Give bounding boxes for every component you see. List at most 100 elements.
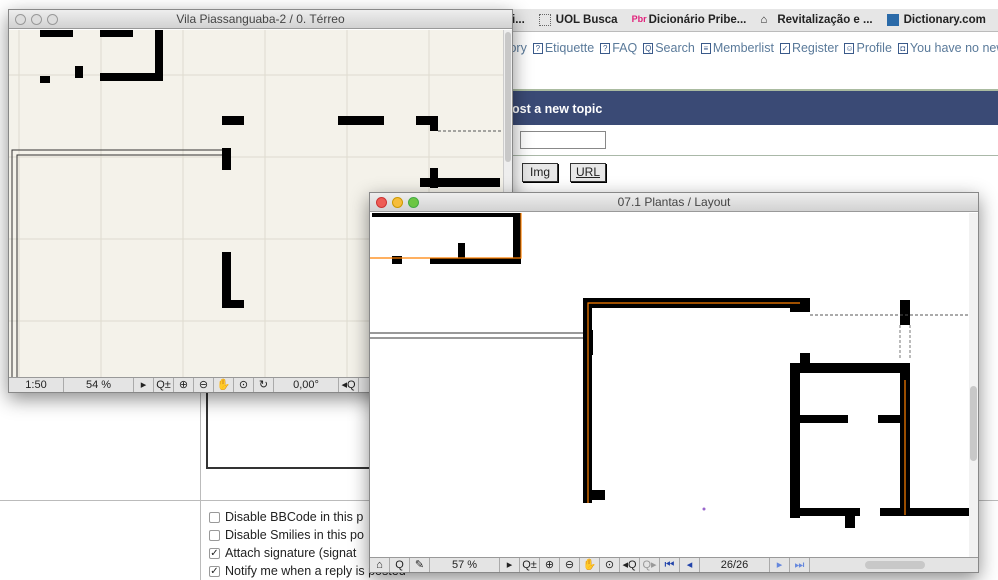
profile-icon: ☺	[844, 42, 855, 54]
wall	[790, 363, 910, 373]
play-icon[interactable]: ▸	[500, 558, 520, 572]
bookmark-revitalizacao[interactable]: ⌂ Revitalização e ...	[760, 14, 872, 26]
wall	[155, 30, 163, 80]
list-icon: ≡	[700, 42, 711, 54]
option-disable-smilies[interactable]: Disable Smilies in this po	[209, 528, 364, 542]
post-topic-header: ost a new topic	[500, 89, 998, 125]
option-attach-signature[interactable]: ✓ Attach signature (signat	[209, 546, 356, 560]
subject-input[interactable]	[520, 131, 606, 149]
wall	[790, 298, 810, 312]
vertical-scrollbar[interactable]	[969, 213, 978, 557]
bookmark-0[interactable]: i...	[512, 14, 525, 26]
search-icon: Q	[643, 42, 654, 54]
nav-memberlist[interactable]: ≡ Memberlist	[700, 40, 774, 56]
checkbox-checked[interactable]: ✓	[209, 547, 220, 559]
nav-label: Search	[655, 41, 695, 55]
pan-hand-icon[interactable]: ✋	[580, 558, 600, 572]
angle-field[interactable]: 0,00°	[274, 378, 339, 392]
zoom-in-icon[interactable]: ⊕	[174, 378, 194, 392]
zoom-popup-icon[interactable]: Q±	[154, 378, 174, 392]
bookmark-dictionary[interactable]: Dictionary.com	[886, 14, 986, 26]
forum-nav: tory ? Etiquette ? FAQ Q Search ≡ Memberlist…	[500, 40, 998, 56]
pan-hand-icon[interactable]: ✋	[214, 378, 234, 392]
layout-drawing	[370, 213, 970, 528]
bookmarks-bar: i... UOL Busca Pbr Dicionário Pribe... ⌂ R…	[500, 9, 998, 32]
wall	[338, 116, 384, 125]
next-zoom-icon[interactable]: Q▸	[640, 558, 660, 572]
wall	[583, 490, 605, 500]
bookmark-label: i...	[512, 14, 525, 26]
wall	[430, 168, 438, 188]
option-disable-bbcode[interactable]: Disable BBCode in this p	[209, 510, 363, 524]
zoom-out-icon[interactable]: ⊖	[560, 558, 580, 572]
minimize-button[interactable]	[392, 197, 403, 208]
nav-label: Register	[791, 41, 839, 55]
checkbox[interactable]	[209, 529, 220, 541]
wall	[40, 30, 73, 37]
option-label: Disable BBCode in this p	[225, 510, 364, 524]
bookmark-priberam[interactable]: Pbr Dicionário Pribe...	[632, 14, 747, 26]
fit-window-icon[interactable]: ⊙	[234, 378, 254, 392]
bookmark-uol[interactable]: UOL Busca	[538, 14, 618, 26]
bookmark-label: Dictionary.com	[903, 14, 986, 26]
wall	[790, 363, 800, 518]
horizontal-scrollbar[interactable]	[865, 561, 925, 569]
drawing-icon[interactable]: ✎	[410, 558, 430, 572]
rotate-icon[interactable]: ↻	[254, 378, 274, 392]
nav-faq[interactable]: ? FAQ	[600, 40, 637, 56]
previous-zoom-icon[interactable]: ◂Q	[339, 378, 359, 392]
window-title-bar[interactable]: 07.1 Plantas / Layout	[370, 193, 978, 212]
nav-register[interactable]: ✓ Register	[779, 40, 839, 56]
zoom-in-icon[interactable]: ⊕	[540, 558, 560, 572]
zoom-button[interactable]	[408, 197, 419, 208]
page-field[interactable]: 26/26	[700, 558, 770, 572]
preview-icon[interactable]: Q	[390, 558, 410, 572]
wall	[40, 76, 50, 83]
nav-label: FAQ	[612, 41, 638, 55]
window-title: 07.1 Plantas / Layout	[617, 195, 731, 209]
nav-profile[interactable]: ☺ Profile	[844, 40, 892, 56]
wall	[392, 256, 402, 264]
zoom-popup-icon[interactable]: Q±	[520, 558, 540, 572]
wall	[100, 73, 163, 81]
wall	[222, 116, 244, 125]
zoom-field[interactable]: 57 %	[430, 558, 500, 572]
option-label: Disable Smilies in this po	[225, 528, 364, 542]
checkbox-checked[interactable]: ✓	[209, 565, 220, 577]
zoom-field[interactable]: 54 %	[64, 378, 134, 392]
marker-dot	[702, 507, 706, 511]
zoom-button[interactable]	[47, 14, 58, 25]
scale-field[interactable]: 1:50	[9, 378, 64, 392]
help-icon: ?	[532, 42, 543, 54]
message-icon: ◘	[897, 42, 908, 54]
next-page-icon[interactable]: ▸	[770, 558, 790, 572]
close-button[interactable]	[15, 14, 26, 25]
dotted-box-icon	[538, 14, 551, 26]
wall	[880, 508, 970, 516]
nav-messages[interactable]: ◘ You have no new	[897, 40, 998, 56]
nav-label: Profile	[856, 41, 892, 55]
wall	[900, 300, 910, 325]
layer-icon[interactable]: ⌂	[370, 558, 390, 572]
img-button[interactable]: Img	[522, 163, 558, 182]
nav-label: You have no new	[909, 41, 998, 55]
close-button[interactable]	[376, 197, 387, 208]
last-page-icon[interactable]: ⏭	[790, 558, 810, 572]
first-page-icon[interactable]: ⏮	[660, 558, 680, 572]
window-title-bar[interactable]: Vila Piassanguaba-2 / 0. Térreo	[9, 10, 512, 29]
nav-etiquette[interactable]: ? Etiquette	[532, 40, 594, 56]
minimize-button[interactable]	[31, 14, 42, 25]
dashed-line	[899, 325, 911, 360]
window-title: Vila Piassanguaba-2 / 0. Térreo	[176, 12, 345, 26]
previous-page-icon[interactable]: ◂	[680, 558, 700, 572]
url-button[interactable]: URL	[570, 163, 606, 182]
fit-window-icon[interactable]: ⊙	[600, 558, 620, 572]
layout-canvas[interactable]	[370, 213, 970, 557]
zoom-out-icon[interactable]: ⊖	[194, 378, 214, 392]
checkbox[interactable]	[209, 511, 220, 523]
nav-search[interactable]: Q Search	[643, 40, 695, 56]
play-icon[interactable]: ▸	[134, 378, 154, 392]
previous-zoom-icon[interactable]: ◂Q	[620, 558, 640, 572]
wall	[222, 148, 231, 170]
wall	[800, 353, 810, 363]
